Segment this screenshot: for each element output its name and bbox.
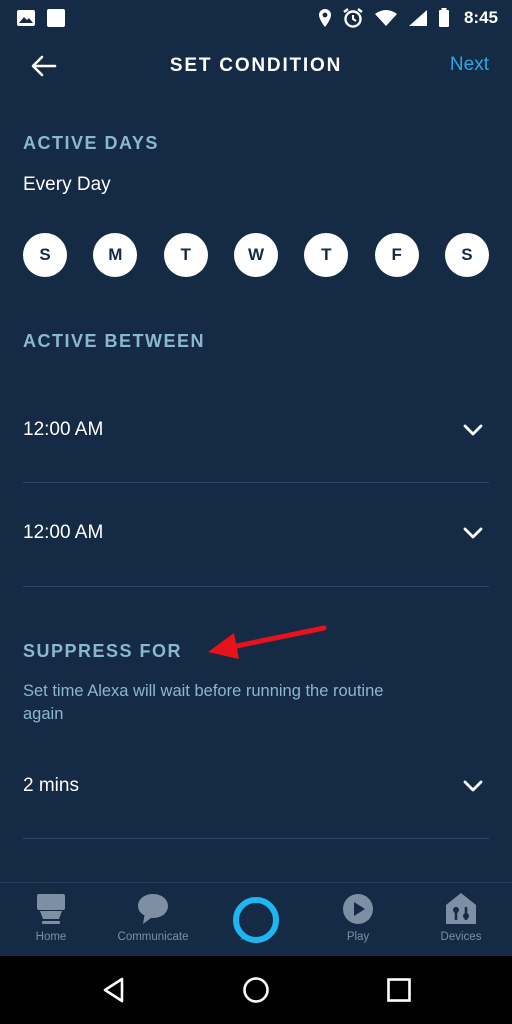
image-notification-icon [16, 9, 36, 27]
wifi-icon [374, 9, 398, 27]
divider [23, 586, 489, 587]
devices-house-icon [446, 893, 476, 924]
suppress-duration-select[interactable]: 2 mins [23, 756, 489, 816]
speech-bubble-icon [138, 894, 168, 924]
header: SET CONDITION Next [0, 40, 512, 92]
day-tuesday[interactable]: T [163, 233, 208, 277]
active-days-summary: Every Day [23, 174, 111, 195]
day-saturday[interactable]: S [444, 233, 489, 277]
end-time-select[interactable]: 12:00 AM [23, 503, 489, 563]
day-friday[interactable]: F [374, 233, 419, 277]
chevron-down-icon [463, 780, 483, 792]
nav-alexa[interactable] [231, 895, 281, 945]
battery-icon [438, 8, 450, 28]
square-recents-icon [387, 978, 411, 1002]
back-button[interactable] [28, 52, 60, 80]
location-icon [318, 8, 332, 28]
start-time-value: 12:00 AM [23, 419, 104, 440]
system-home-button[interactable] [242, 976, 270, 1009]
alarm-icon [342, 7, 364, 29]
cell-signal-icon [408, 9, 428, 27]
nav-home-label: Home [35, 931, 67, 943]
alexa-ring-icon [233, 897, 279, 943]
notification-square-icon [46, 8, 66, 28]
suppress-for-description: Set time Alexa will wait before running … [23, 682, 384, 723]
suppress-for-title: SUPPRESS FOR [23, 641, 183, 661]
active-between-title: ACTIVE BETWEEN [23, 331, 206, 351]
system-back-button[interactable] [100, 976, 128, 1009]
bottom-nav: Home Communicate Play Devices [0, 882, 512, 956]
page-title: SET CONDITION [169, 55, 343, 76]
nav-play-label: Play [346, 931, 370, 943]
day-thursday[interactable]: T [304, 233, 349, 277]
next-button[interactable]: Next [450, 54, 489, 76]
day-sunday[interactable]: S [23, 233, 67, 277]
nav-devices-label: Devices [440, 931, 482, 943]
home-icon [37, 894, 65, 924]
day-monday[interactable]: M [93, 233, 138, 277]
status-right: 8:45 [318, 7, 498, 29]
days-row: S M T W T F S [23, 233, 489, 277]
start-time-select[interactable]: 12:00 AM [23, 400, 489, 460]
status-time: 8:45 [463, 8, 498, 27]
nav-communicate-label: Communicate [117, 931, 189, 943]
status-left [16, 8, 66, 28]
divider [23, 482, 489, 483]
divider [23, 838, 489, 839]
back-arrow-icon [31, 55, 57, 77]
nav-home[interactable]: Home [25, 891, 77, 943]
triangle-back-icon [103, 977, 124, 1003]
nav-communicate[interactable]: Communicate [112, 891, 194, 943]
suppress-duration-value: 2 mins [23, 775, 79, 796]
annotation-arrow-icon [208, 625, 327, 659]
status-bar: 8:45 [0, 0, 512, 36]
system-recents-button[interactable] [385, 976, 413, 1009]
circle-home-icon [243, 977, 269, 1003]
chevron-down-icon [463, 424, 483, 436]
end-time-value: 12:00 AM [23, 522, 104, 543]
active-days-title: ACTIVE DAYS [23, 133, 159, 153]
chevron-down-icon [463, 527, 483, 539]
nav-devices[interactable]: Devices [432, 891, 490, 943]
day-wednesday[interactable]: W [233, 233, 278, 277]
nav-play[interactable]: Play [334, 891, 382, 943]
system-nav-bar [0, 956, 512, 1024]
play-icon [343, 894, 373, 924]
